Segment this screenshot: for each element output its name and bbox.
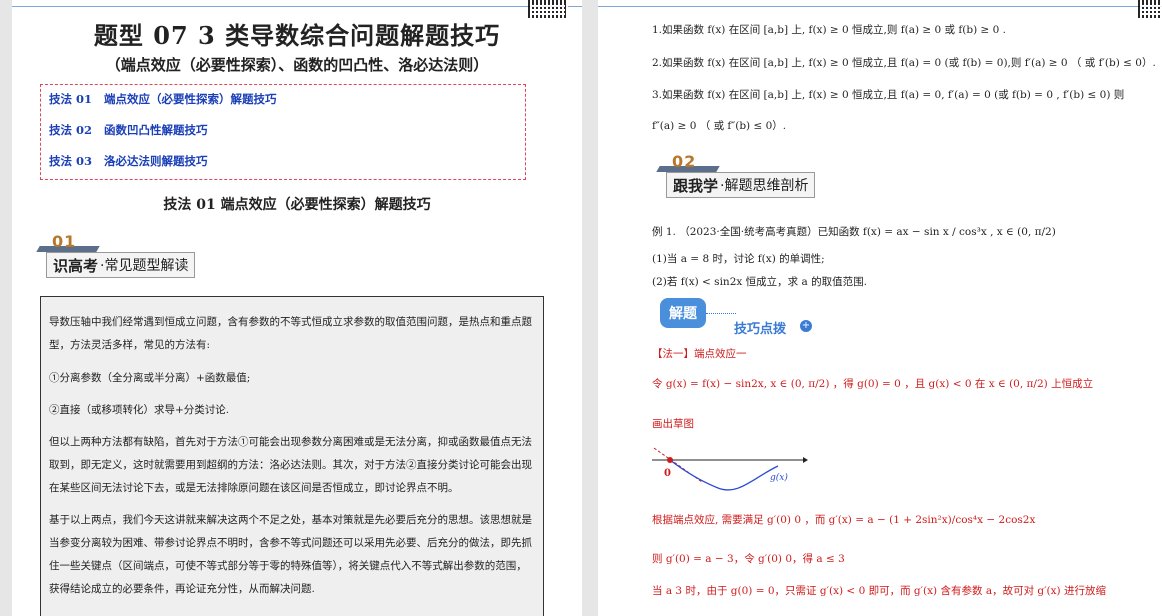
axis-arrow-icon — [803, 457, 808, 463]
paragraph: 基于以上两点，我们今天这讲就来解决这两个不足之处，基本对策就是先必要后充分的思想… — [49, 514, 532, 595]
badge-number: 01 — [52, 232, 77, 251]
solution-line: 根据端点效应, 需要满足 g′(0) 0 ，而 g′(x) = a − (1 +… — [652, 514, 1036, 526]
curve-label: g(x) — [770, 472, 788, 483]
function-sketch: 0 g(x) — [652, 447, 808, 491]
rule-line: 3.如果函数 f(x) 在区间 [a,b] 上, f(x) ≥ 0 恒成立,且 … — [652, 89, 1125, 101]
document-page-right: 1.如果函数 f(x) 在区间 [a,b] 上, f(x) ≥ 0 恒成立,则 … — [598, 0, 1162, 616]
solution-line: 当 a 3 时，由于 g(0) = 0，只需证 g′(x) < 0 即可，而 g… — [652, 585, 1106, 597]
question-1: (1)当 a = 8 时，讨论 f(x) 的单调性; — [652, 253, 825, 265]
qr-code-icon — [1138, 0, 1162, 18]
section-heading: 技法 01 端点效应（必要性探索）解题技巧 — [163, 197, 431, 213]
section-badge-02: 02 跟我学 ·解题思维剖析 — [656, 152, 818, 198]
page-header-strip — [598, 0, 1162, 7]
solution-line: 则 g′(0) = a − 3，令 g′(0) 0，得 a ≤ 3 — [652, 553, 845, 565]
sketch-caption: 画出草图 — [652, 418, 694, 430]
paragraph: ②直接（或移项转化）求导+分类讨论. — [49, 404, 230, 416]
page-header-strip — [12, 0, 582, 7]
paragraph: 但以上两种方法都有缺陷，首先对于方法①可能会出现参数分离困难或是无法分离，抑或函… — [49, 436, 532, 494]
rule-line: 2.如果函数 f(x) 在区间 [a,b] 上, f(x) ≥ 0 恒成立,且 … — [652, 57, 1156, 69]
origin-label: 0 — [664, 468, 671, 479]
section-badge-01: 01 识高考 ·常见题型解读 — [36, 232, 198, 278]
document-page-left: 题型 07 3 类导数综合问题解题技巧 （端点效应（必要性探索）、函数的凹凸性、… — [12, 0, 582, 616]
badge-label: 识高考 ·常见题型解读 — [46, 252, 196, 278]
solution-divider — [706, 313, 736, 314]
method-title: 【法一】端点效应一 — [652, 348, 747, 360]
toc-item[interactable]: 技法 01 端点效应（必要性探索）解题技巧 — [49, 91, 277, 107]
plus-icon: + — [800, 320, 812, 332]
technique-toc-box: 技法 01 端点效应（必要性探索）解题技巧 技法 02 函数凹凸性解题技巧 技法 0… — [40, 84, 526, 180]
badge-label: 跟我学 ·解题思维剖析 — [666, 172, 816, 198]
rule-line: 1.如果函数 f(x) 在区间 [a,b] 上, f(x) ≥ 0 恒成立,则 … — [652, 24, 1007, 36]
badge-number: 02 — [672, 152, 697, 171]
question-2: (2)若 f(x) < sin2x 恒成立，求 a 的取值范围. — [652, 276, 867, 288]
toc-item[interactable]: 技法 02 函数凹凸性解题技巧 — [49, 122, 208, 138]
page-subtitle: （端点效应（必要性探索）、函数的凹凸性、洛必达法则） — [105, 56, 489, 74]
example-statement: 例 1. （2023·全国·统考高考真题）已知函数 f(x) = ax − si… — [652, 226, 1056, 238]
explanation-box: 导数压轴中我们经常遇到恒成立问题，含有参数的不等式恒成立求参数的取值范围问题，是… — [40, 296, 544, 616]
curve-g — [669, 459, 779, 491]
toc-item[interactable]: 技法 03 洛必达法则解题技巧 — [49, 153, 208, 169]
page-title: 题型 07 3 类导数综合问题解题技巧 — [93, 21, 501, 50]
paragraph: 导数压轴中我们经常遇到恒成立问题，含有参数的不等式恒成立求参数的取值范围问题，是… — [49, 316, 532, 351]
paragraph: ①分离参数（全分离或半分离）+函数最值; — [49, 372, 251, 384]
solution-line: 令 g(x) = f(x) − sin2x, x ∈ (0, π/2) ，得 g… — [652, 378, 1094, 390]
solution-badge: 解题 — [660, 298, 706, 328]
origin-point — [667, 457, 673, 463]
rule-line: f″(a) ≥ 0 （ 或 f″(b) ≤ 0）. — [652, 120, 787, 132]
tips-label: 技巧点拨 — [734, 322, 787, 337]
